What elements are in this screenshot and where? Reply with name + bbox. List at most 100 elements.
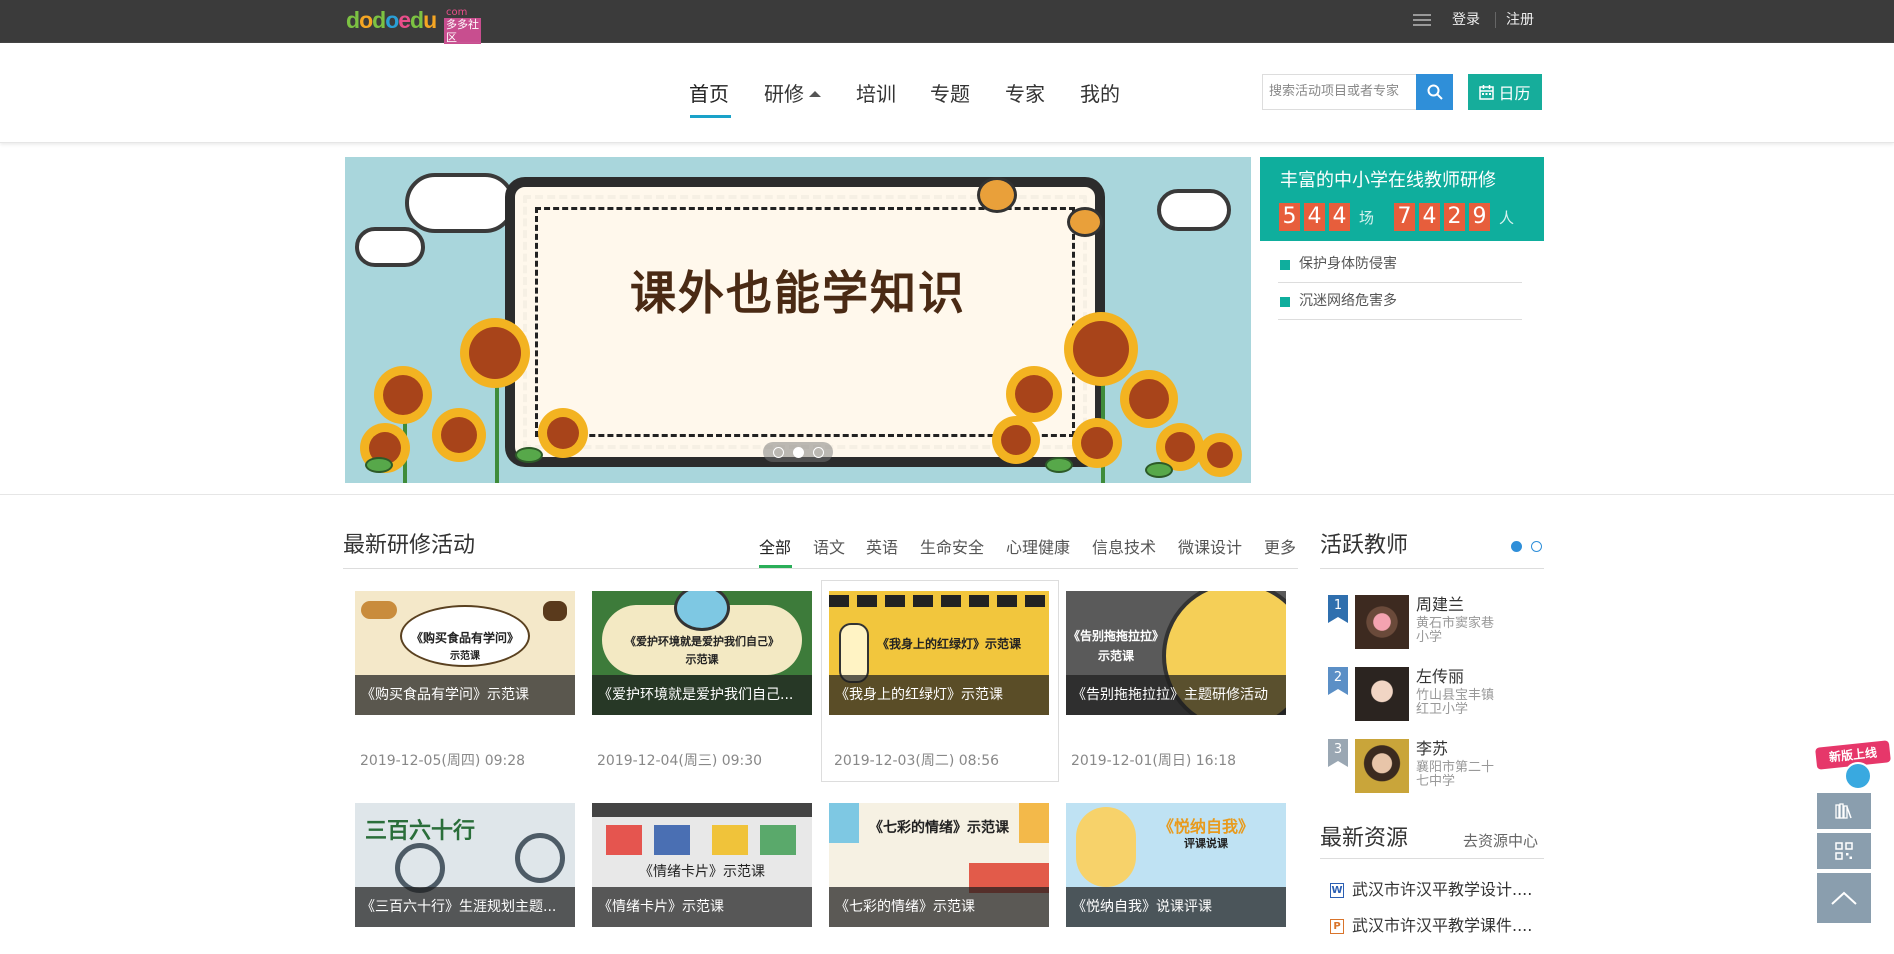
caret-up-icon — [809, 90, 821, 97]
search-icon — [1427, 84, 1443, 100]
qr-code-icon — [1835, 842, 1853, 860]
sessions-digit: 5 — [1279, 203, 1300, 231]
card-date: 2019-12-01(周日) 16:18 — [1071, 753, 1237, 769]
main-nav: 首页 研修 培训 专题 专家 我的 搜索活动项目或者专家 日历 — [0, 43, 1894, 143]
activities-divider — [343, 568, 1298, 569]
nav-mine[interactable]: 我的 — [1080, 80, 1120, 108]
activity-card[interactable]: 《爱护环境就是爱护我们自己》 示范课 《爱护环境就是爱护我们自己... — [592, 591, 812, 715]
card-art-subtitle: 评课说课 — [1184, 837, 1228, 850]
resource-item[interactable]: P 武汉市许汉平教学课件.... — [1330, 915, 1535, 937]
card-art-subtitle: 示范课 — [1097, 649, 1134, 663]
library-button[interactable] — [1817, 793, 1871, 829]
tab-mental-health[interactable]: 心理健康 — [1006, 536, 1070, 560]
logo-com: com — [446, 7, 468, 18]
tab-it[interactable]: 信息技术 — [1092, 536, 1156, 560]
word-file-icon: W — [1330, 883, 1344, 898]
stats-panel: 丰富的中小学在线教师研修 5 4 4 场 7 4 2 9 人 — [1260, 157, 1544, 241]
nav-experts[interactable]: 专家 — [1005, 80, 1045, 108]
sunflower-decoration — [1081, 427, 1113, 459]
news-item[interactable]: 沉迷网络危害多 — [1278, 283, 1522, 320]
calendar-icon — [1479, 84, 1495, 100]
qr-code-button[interactable] — [1817, 833, 1871, 869]
rank-badge: 2 — [1328, 667, 1348, 695]
sunflower-decoration — [469, 327, 521, 379]
people-digit: 9 — [1469, 203, 1491, 231]
card-date: 2019-12-05(周四) 09:28 — [360, 753, 526, 769]
bird-decoration — [977, 177, 1017, 213]
nav-topics[interactable]: 专题 — [930, 80, 970, 108]
teacher-name: 左传丽 — [1416, 667, 1465, 686]
teachers-page-dot-1[interactable] — [1511, 541, 1522, 552]
banner-dot-3[interactable] — [812, 446, 824, 458]
sunflower-decoration — [1015, 375, 1053, 413]
chevron-up-icon — [1831, 891, 1857, 905]
card-date: 2019-12-03(周二) 08:56 — [834, 753, 1000, 769]
stats-title: 丰富的中小学在线教师研修 — [1280, 170, 1496, 191]
hero-banner[interactable]: 课外也能学知识 — [345, 157, 1251, 483]
search-input[interactable]: 搜索活动项目或者专家 — [1262, 74, 1417, 110]
activities-title: 最新研修活动 — [343, 533, 476, 558]
card-caption: 《我身上的红绿灯》示范课 — [829, 675, 1049, 715]
activity-card[interactable]: 三百六十行 《三百六十行》生涯规划主题... — [355, 803, 575, 927]
card-art-title: 三百六十行 — [365, 818, 476, 844]
resources-more-link[interactable]: 去资源中心 — [1463, 830, 1538, 851]
nav-active-indicator — [690, 115, 731, 118]
calendar-button[interactable]: 日历 — [1468, 74, 1542, 110]
resource-item[interactable]: W 武汉市许汉平教学设计.... — [1330, 879, 1535, 901]
register-link[interactable]: 注册 — [1506, 10, 1534, 30]
card-art-title: 《七彩的情绪》示范课 — [869, 820, 1009, 836]
logo-wordmark: dodoedu — [346, 6, 437, 33]
sunflower-decoration — [383, 375, 423, 415]
resources-title: 最新资源 — [1320, 826, 1409, 851]
teacher-school: 黄石市窦家巷小学 — [1416, 616, 1495, 645]
people-digit: 7 — [1394, 203, 1416, 231]
tab-english[interactable]: 英语 — [866, 536, 898, 560]
news-item[interactable]: 保护身体防侵害 — [1278, 246, 1522, 283]
card-date: 2019-12-04(周三) 09:30 — [597, 753, 763, 769]
sunflower-decoration — [441, 417, 477, 453]
ppt-file-icon: P — [1330, 919, 1344, 934]
search-button[interactable] — [1416, 74, 1453, 110]
card-art-title: 《购买食品有学问》 — [410, 631, 519, 645]
activity-card[interactable]: 《悦纳自我》 评课说课 《悦纳自我》说课评课 — [1066, 803, 1286, 927]
activity-card[interactable]: 《七彩的情绪》示范课 《七彩的情绪》示范课 — [829, 803, 1049, 927]
banner-dot-1[interactable] — [772, 446, 784, 458]
site-logo[interactable]: dodoedu com 多多社区 — [346, 6, 481, 44]
sunflower-decoration — [1207, 442, 1233, 468]
back-to-top-button[interactable] — [1817, 873, 1871, 923]
new-version-badge[interactable]: 新版上线 — [1815, 740, 1891, 790]
tab-all[interactable]: 全部 — [759, 536, 791, 560]
nav-research[interactable]: 研修 — [764, 80, 821, 108]
tab-more[interactable]: 更多 — [1264, 536, 1296, 560]
top-bar: dodoedu com 多多社区 登录 注册 — [0, 0, 1894, 44]
teacher-school: 竹山县宝丰镇红卫小学 — [1416, 688, 1495, 717]
tab-micro-course[interactable]: 微课设计 — [1178, 536, 1242, 560]
resources-divider — [1320, 858, 1544, 859]
teachers-page-dot-2[interactable] — [1531, 541, 1542, 552]
teachers-divider — [1320, 568, 1544, 569]
people-digit: 4 — [1419, 203, 1441, 231]
banner-dot-2[interactable] — [792, 446, 804, 458]
teacher-item[interactable]: 3 李苏 襄阳市第二十七中学 — [1328, 739, 1544, 799]
tab-life-safety[interactable]: 生命安全 — [920, 536, 984, 560]
activity-card[interactable]: 《我身上的红绿灯》示范课 《我身上的红绿灯》示范课 — [829, 591, 1049, 715]
menu-icon[interactable] — [1413, 14, 1431, 28]
activity-card[interactable]: 《情绪卡片》示范课 《情绪卡片》示范课 — [592, 803, 812, 927]
activity-card[interactable]: 《告别拖拖拉拉》 示范课 《告别拖拖拉拉》主题研修活动 — [1066, 591, 1286, 715]
card-art-subtitle: 示范课 — [685, 653, 719, 666]
card-caption: 《购买食品有学问》示范课 — [355, 675, 575, 715]
activity-card[interactable]: 《购买食品有学问》 示范课 《购买食品有学问》示范课 — [355, 591, 575, 715]
tab-chinese[interactable]: 语文 — [813, 536, 845, 560]
resource-name: 武汉市许汉平教学课件.... — [1352, 916, 1533, 935]
sessions-unit: 场 — [1359, 208, 1375, 227]
login-link[interactable]: 登录 — [1452, 10, 1480, 30]
teacher-item[interactable]: 1 周建兰 黄石市窦家巷小学 — [1328, 595, 1544, 655]
card-caption: 《告别拖拖拉拉》主题研修活动 — [1066, 675, 1286, 715]
card-art-subtitle: 示范课 — [450, 651, 480, 662]
teacher-item[interactable]: 2 左传丽 竹山县宝丰镇红卫小学 — [1328, 667, 1544, 727]
sunflower-decoration — [1129, 379, 1169, 419]
people-digit: 2 — [1444, 203, 1466, 231]
nav-training[interactable]: 培训 — [856, 80, 896, 108]
nav-home[interactable]: 首页 — [689, 80, 729, 108]
card-caption: 《爱护环境就是爱护我们自己... — [592, 675, 812, 715]
